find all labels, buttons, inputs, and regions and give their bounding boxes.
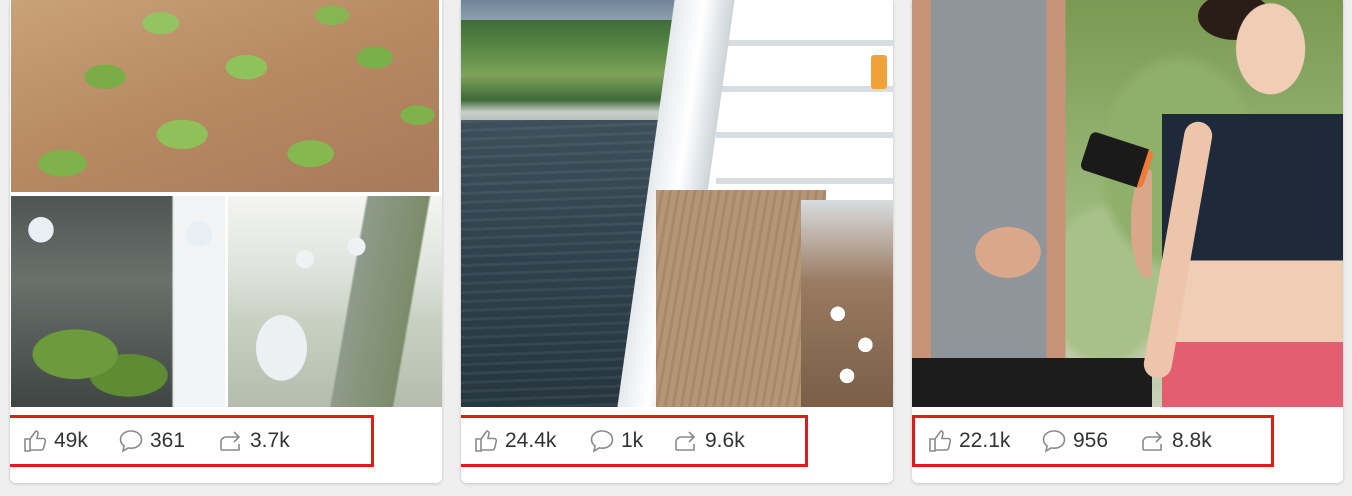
comment-count: 1k (621, 429, 644, 452)
speech-bubble-icon (119, 430, 143, 453)
post-stats-bar: 49k 361 3.7k (10, 407, 442, 483)
post-image-collage[interactable] (10, 0, 442, 407)
ship-lounge-area (801, 200, 893, 407)
comment-count: 956 (1073, 429, 1109, 452)
comment-stat[interactable]: 361 (118, 418, 185, 464)
male-jogger (912, 0, 1152, 407)
stats-highlight-box: 24.4k 1k 9.6k (461, 415, 808, 467)
comment-count: 361 (150, 429, 186, 452)
like-stat[interactable]: 24.4k (473, 418, 556, 464)
post-card[interactable]: 24.4k 1k 9.6k (461, 0, 893, 483)
aloe-field-photo (11, 0, 439, 192)
post-image[interactable] (461, 0, 893, 407)
speech-bubble-icon (1042, 430, 1066, 453)
speech-bubble-icon (590, 430, 614, 453)
cruise-ship-superstructure (716, 0, 893, 200)
share-stat[interactable]: 8.8k (1140, 418, 1212, 464)
post-stats-bar: 24.4k 1k 9.6k (461, 407, 893, 483)
factory-line-photo (228, 196, 442, 407)
share-arrow-icon (220, 431, 241, 451)
share-stat[interactable]: 9.6k (673, 418, 745, 464)
like-count: 24.4k (505, 429, 557, 452)
thumbs-up-icon (475, 430, 498, 452)
share-arrow-icon (1142, 431, 1163, 451)
share-stat[interactable]: 3.7k (218, 418, 290, 464)
like-count: 49k (54, 429, 88, 452)
like-stat[interactable]: 49k (22, 418, 88, 464)
post-card[interactable]: 22.1k 956 8.8k (912, 0, 1343, 483)
thumbs-up-icon (24, 430, 47, 452)
share-count: 9.6k (705, 429, 745, 452)
ship-orange-panel (871, 55, 887, 89)
comment-stat[interactable]: 1k (589, 418, 643, 464)
share-arrow-icon (675, 431, 696, 451)
thumbs-up-icon (929, 430, 952, 452)
factory-workers-photo (11, 196, 225, 407)
share-count: 3.7k (250, 429, 290, 452)
stats-highlight-box: 22.1k 956 8.8k (912, 415, 1274, 467)
like-count: 22.1k (959, 429, 1011, 452)
like-stat[interactable]: 22.1k (927, 418, 1010, 464)
comment-stat[interactable]: 956 (1041, 418, 1108, 464)
city-skyline (461, 0, 701, 20)
share-count: 8.8k (1172, 429, 1212, 452)
post-stats-bar: 22.1k 956 8.8k (912, 407, 1343, 483)
post-image[interactable] (912, 0, 1343, 407)
stats-highlight-box: 49k 361 3.7k (10, 415, 374, 467)
post-card[interactable]: 49k 361 3.7k (10, 0, 442, 483)
